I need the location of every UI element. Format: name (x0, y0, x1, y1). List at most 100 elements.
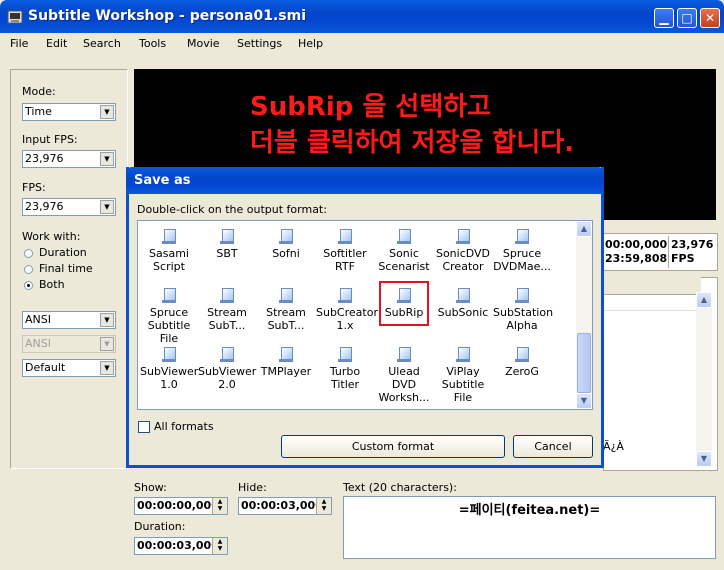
text-label: Text (20 characters): (343, 481, 457, 494)
format-item[interactable]: SubViewer 2.0 (198, 347, 256, 391)
format-item[interactable]: SubSonic (434, 288, 492, 319)
file-icon (338, 288, 352, 304)
menu-help[interactable]: Help (298, 37, 323, 50)
close-button[interactable]: ✕ (700, 8, 720, 28)
chevron-down-icon[interactable]: ▼ (100, 200, 114, 214)
show-time-input[interactable]: 00:00:00,000 ▲ ▼ (134, 497, 228, 515)
format-item[interactable]: Turbo Titler (316, 347, 374, 391)
show-time-value: 00:00:00,000 (137, 499, 219, 512)
style-value: Default (25, 361, 66, 374)
format-item[interactable]: TMPlayer (257, 347, 315, 378)
file-icon (220, 229, 234, 245)
grid-cell-text: Ã¿À (603, 440, 624, 453)
duration-label: Duration: (134, 520, 186, 533)
format-item[interactable]: SubViewer 1.0 (140, 347, 198, 391)
app-icon[interactable] (7, 9, 23, 25)
menu-movie[interactable]: Movie (187, 37, 220, 50)
maximize-icon: □ (681, 11, 693, 25)
spin-arrows-icon[interactable]: ▲ ▼ (212, 498, 227, 514)
input-fps-select[interactable]: 23,976 ▼ (22, 150, 116, 168)
format-label: Softitler RTF (323, 247, 367, 273)
menu-file[interactable]: File (10, 37, 28, 50)
format-item[interactable]: SonicDVD Creator (434, 229, 492, 273)
format-item[interactable]: Sonic Scenarist (375, 229, 433, 273)
format-item[interactable]: Ulead DVD Worksh... (375, 347, 433, 404)
scrollbar-thumb[interactable] (577, 333, 591, 393)
format-label: Ulead DVD Worksh... (378, 365, 430, 404)
format-item[interactable]: Softitler RTF (316, 229, 374, 273)
charset-select[interactable]: ANSI ▼ (22, 311, 116, 329)
grid-header (603, 277, 701, 295)
format-label: Stream SubT... (207, 306, 247, 332)
format-label: Sonic Scenarist (378, 247, 430, 273)
file-icon (162, 347, 176, 363)
scroll-up-icon[interactable]: ▲ (696, 292, 712, 308)
all-formats-label[interactable]: All formats (154, 420, 214, 433)
minimize-button[interactable]: ▁ (654, 8, 674, 28)
file-icon (515, 229, 529, 245)
cancel-button[interactable]: Cancel (513, 435, 593, 458)
menu-search[interactable]: Search (83, 37, 121, 50)
timing-fps-label: FPS (671, 252, 695, 265)
format-item[interactable]: SubStation Alpha (493, 288, 553, 332)
radio-both[interactable] (24, 281, 33, 290)
format-item[interactable]: Stream SubT... (257, 288, 315, 332)
format-item[interactable]: ZeroG (493, 347, 551, 378)
spin-arrows-icon[interactable]: ▲ ▼ (212, 538, 227, 554)
format-item[interactable]: SBT (198, 229, 256, 260)
format-item[interactable]: Sofni (257, 229, 315, 260)
file-icon (220, 288, 234, 304)
style-select[interactable]: Default ▼ (22, 359, 116, 377)
format-item[interactable]: ViPlay Subtitle File (434, 347, 492, 404)
maximize-button[interactable]: □ (677, 8, 697, 28)
menu-settings[interactable]: Settings (237, 37, 282, 50)
format-list[interactable]: Sasami Script SBT Sofni Softitler RTF So… (137, 220, 593, 410)
format-item[interactable]: Stream SubT... (198, 288, 256, 332)
window-title: Subtitle Workshop - persona01.smi (28, 8, 307, 24)
spin-arrows-icon[interactable]: ▲ ▼ (316, 498, 331, 514)
format-label: Spruce Subtitle File (147, 306, 191, 345)
annotation-line-2: 더블 클릭하여 저장을 합니다. (250, 128, 575, 158)
format-item[interactable]: Spruce Subtitle File (140, 288, 198, 345)
radio-duration-label[interactable]: Duration (39, 246, 87, 259)
chevron-down-icon[interactable]: ▼ (100, 361, 114, 375)
subtitle-text-value: =페이티(feitea.net)= (458, 503, 601, 518)
radio-final-time[interactable] (24, 265, 33, 274)
fps-select[interactable]: 23,976 ▼ (22, 198, 116, 216)
timing-fps-value: 23,976 (671, 238, 714, 251)
format-label: Stream SubT... (266, 306, 306, 332)
hide-time-input[interactable]: 00:00:03,000 ▲ ▼ (238, 497, 332, 515)
mode-label: Mode: (22, 85, 56, 98)
grid-scrollbar[interactable]: ▲ ▼ (696, 292, 712, 467)
format-item[interactable]: Spruce DVDMae... (493, 229, 551, 273)
scroll-down-icon[interactable]: ▼ (576, 393, 592, 409)
grid-row-line (604, 310, 696, 311)
format-label: TMPlayer (260, 365, 312, 378)
format-item[interactable]: SubCreator 1.x (316, 288, 378, 332)
format-label: SonicDVD Creator (435, 247, 491, 273)
format-label: Sasami Script (149, 247, 189, 273)
duration-input[interactable]: 00:00:03,000 ▲ ▼ (134, 537, 228, 555)
file-icon (162, 229, 176, 245)
scroll-down-icon[interactable]: ▼ (696, 451, 712, 467)
custom-format-button[interactable]: Custom format (281, 435, 505, 458)
mode-select[interactable]: Time ▼ (22, 103, 116, 121)
dialog-title: Save as (134, 173, 191, 188)
chevron-down-icon[interactable]: ▼ (100, 152, 114, 166)
radio-both-label[interactable]: Both (39, 278, 65, 291)
menu-edit[interactable]: Edit (46, 37, 67, 50)
radio-duration[interactable] (24, 249, 33, 258)
input-fps-label: Input FPS: (22, 133, 78, 146)
format-label: SBT (216, 247, 238, 260)
all-formats-checkbox[interactable] (138, 421, 150, 433)
dialog-title-bar[interactable] (126, 167, 604, 194)
menu-tools[interactable]: Tools (139, 37, 166, 50)
hide-label: Hide: (238, 481, 267, 494)
chevron-down-icon[interactable]: ▼ (100, 105, 114, 119)
radio-final-time-label[interactable]: Final time (39, 262, 93, 275)
file-icon (456, 229, 470, 245)
mode-value: Time (25, 105, 52, 118)
format-item[interactable]: Sasami Script (140, 229, 198, 273)
chevron-down-icon[interactable]: ▼ (100, 313, 114, 327)
scroll-up-icon[interactable]: ▲ (576, 221, 592, 237)
